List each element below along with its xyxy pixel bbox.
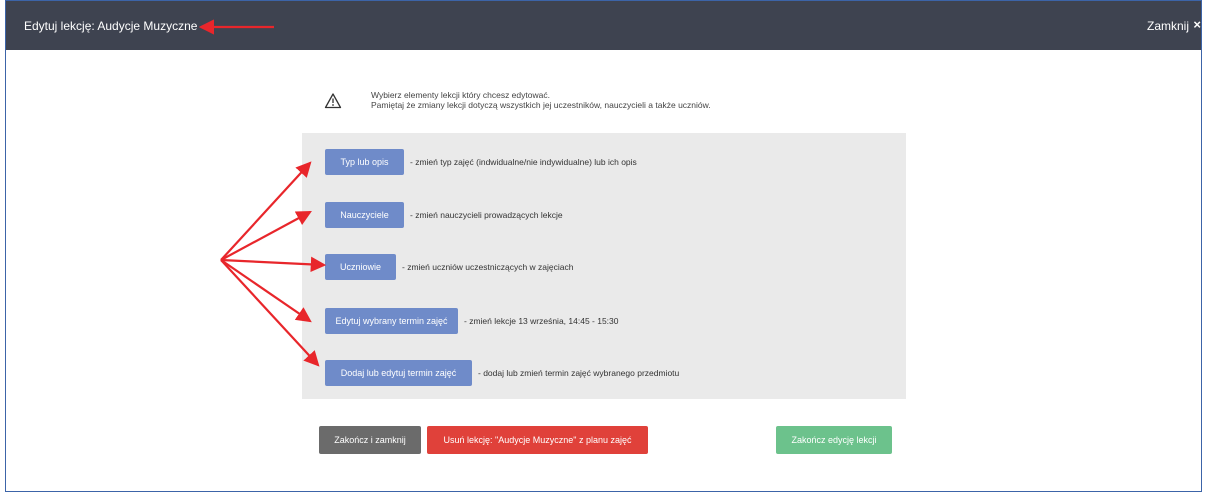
annotation-arrow-2: [220, 210, 312, 261]
annotation-arrow-4: [220, 259, 312, 323]
annotation-arrow-5: [220, 259, 320, 367]
edit-lesson-dialog: Edytuj lekcję: Audycje Muzyczne Zamknij …: [5, 0, 1202, 492]
annotation-arrows: [198, 19, 327, 367]
annotation-arrow-3: [220, 256, 327, 273]
annotation-arrow-1: [220, 161, 312, 261]
